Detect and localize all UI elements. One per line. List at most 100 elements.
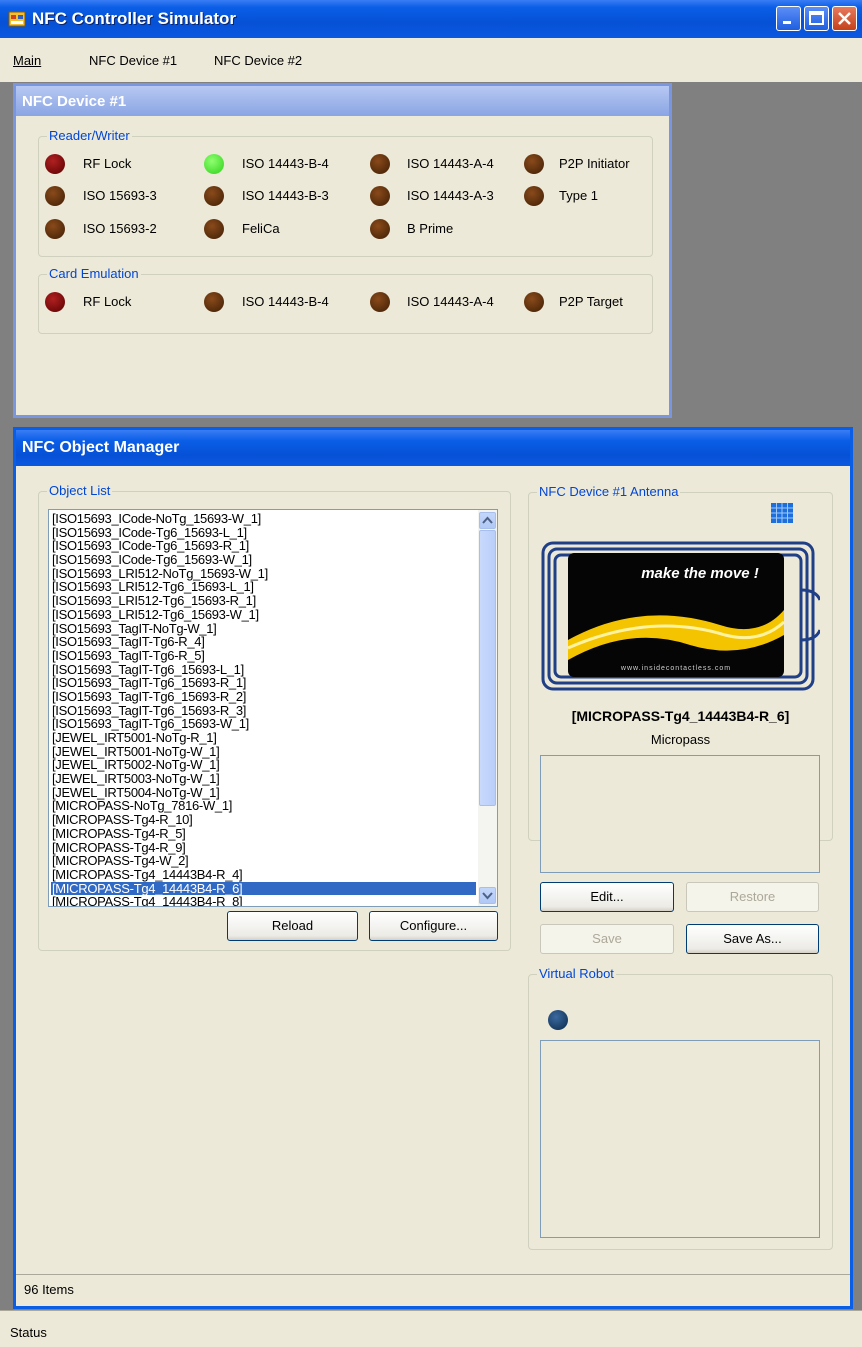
list-item[interactable]: [ISO15693_ICode-Tg6_15693-L_1] bbox=[51, 525, 476, 540]
reload-button[interactable]: Reload bbox=[227, 911, 358, 941]
close-button[interactable] bbox=[832, 6, 857, 31]
card-emulation-legend: Card Emulation bbox=[47, 266, 141, 281]
antenna-legend: NFC Device #1 Antenna bbox=[537, 484, 681, 499]
list-item[interactable]: [ISO15693_ICode-Tg6_15693-W_1] bbox=[51, 553, 476, 567]
led-label: RF Lock bbox=[83, 156, 132, 171]
led-label: ISO 15693-2 bbox=[83, 221, 157, 236]
iso14443a3-led bbox=[370, 186, 390, 206]
list-item[interactable]: [ISO15693_TagIT-Tg6-R_4] bbox=[51, 635, 476, 649]
minimize-icon bbox=[783, 21, 791, 24]
scroll-down-button[interactable] bbox=[479, 887, 496, 904]
list-item[interactable]: [ISO15693_TagIT-Tg6_15693-W_1] bbox=[51, 717, 476, 731]
list-item[interactable]: [ISO15693_LRI512-Tg6_15693-R_1] bbox=[51, 594, 476, 608]
list-item[interactable]: [JEWEL_IRT5003-NoTg-W_1] bbox=[51, 772, 476, 786]
close-icon bbox=[838, 12, 851, 25]
divider bbox=[16, 1274, 850, 1275]
list-item[interactable]: [MICROPASS-Tg4-R_5] bbox=[51, 827, 476, 841]
list-item[interactable]: [ISO15693_ICode-NoTg_15693-W_1] bbox=[51, 512, 476, 526]
led-label: ISO 14443-B-4 bbox=[242, 156, 329, 171]
save-button[interactable]: Save bbox=[540, 924, 674, 954]
led-label: P2P Target bbox=[559, 294, 623, 309]
led-label: B Prime bbox=[407, 221, 454, 236]
b-prime-led bbox=[370, 219, 390, 239]
list-item[interactable]: [ISO15693_TagIT-Tg6_15693-L_1] bbox=[51, 662, 476, 677]
scroll-up-button[interactable] bbox=[479, 512, 496, 529]
app-icon bbox=[8, 11, 26, 27]
list-item[interactable]: [ISO15693_TagIT-NoTg-W_1] bbox=[51, 621, 476, 636]
list-item[interactable]: [MICROPASS-Tg4_14443B4-R_6] bbox=[51, 881, 476, 896]
minimize-button[interactable] bbox=[776, 6, 801, 31]
led-label: RF Lock bbox=[83, 294, 132, 309]
scroll-thumb[interactable] bbox=[479, 530, 496, 806]
object-list-items: [ISO15693_ICode-NoTg_15693-W_1] [ISO15693… bbox=[51, 512, 476, 906]
list-item[interactable]: [ISO15693_LRI512-Tg6_15693-W_1] bbox=[51, 608, 476, 622]
menu-main[interactable]: Main bbox=[13, 53, 41, 68]
robot-output-box bbox=[540, 1040, 820, 1238]
list-item[interactable]: [MICROPASS-Tg4-R_9] bbox=[51, 840, 476, 855]
led-label: P2P Initiator bbox=[559, 156, 630, 171]
ce-iso14443b4-led bbox=[204, 292, 224, 312]
reader-writer-group: Reader/Writer RF Lock ISO 14443-B-4 ISO … bbox=[38, 128, 653, 257]
menu-bar: Main NFC Device #1 NFC Device #2 bbox=[0, 38, 862, 82]
felica-led bbox=[204, 219, 224, 239]
list-item[interactable]: [JEWEL_IRT5001-NoTg-W_1] bbox=[51, 744, 476, 759]
list-item[interactable]: [ISO15693_ICode-Tg6_15693-R_1] bbox=[51, 539, 476, 553]
object-listbox[interactable]: [ISO15693_ICode-NoTg_15693-W_1] [ISO15693… bbox=[48, 509, 498, 907]
object-manager-title[interactable]: NFC Object Manager bbox=[16, 430, 850, 466]
list-item[interactable]: [ISO15693_TagIT-Tg6_15693-R_1] bbox=[51, 676, 476, 690]
list-item[interactable]: [ISO15693_LRI512-NoTg_15693-W_1] bbox=[51, 567, 476, 581]
maximize-button[interactable] bbox=[804, 6, 829, 31]
list-item[interactable]: [ISO15693_TagIT-Tg6_15693-R_2] bbox=[51, 690, 476, 704]
item-count: 96 Items bbox=[24, 1282, 74, 1297]
object-details-box bbox=[540, 755, 820, 873]
list-item[interactable]: [ISO15693_LRI512-Tg6_15693-L_1] bbox=[51, 580, 476, 594]
window-title: NFC Controller Simulator bbox=[32, 9, 237, 28]
list-item[interactable]: [MICROPASS-NoTg_7816-W_1] bbox=[51, 799, 476, 813]
ce-iso14443a4-led bbox=[370, 292, 390, 312]
iso14443b4-led bbox=[204, 154, 224, 174]
led-label: ISO 15693-3 bbox=[83, 188, 157, 203]
antenna-card-image: make the move ! www.insidecontactless.co… bbox=[541, 541, 820, 691]
reader-writer-legend: Reader/Writer bbox=[47, 128, 132, 143]
restore-button[interactable]: Restore bbox=[686, 882, 819, 912]
card-slogan: make the move ! bbox=[641, 565, 759, 582]
list-item[interactable]: [MICROPASS-Tg4-W_2] bbox=[51, 854, 476, 868]
nfc-device-window: NFC Device #1 Reader/Writer RF Lock ISO … bbox=[13, 83, 672, 418]
listbox-scrollbar[interactable] bbox=[478, 510, 497, 906]
type1-led bbox=[524, 186, 544, 206]
chevron-up-icon bbox=[482, 516, 493, 524]
menu-nfc-device-1[interactable]: NFC Device #1 bbox=[89, 53, 177, 68]
object-list-legend: Object List bbox=[47, 483, 113, 498]
led-label: ISO 14443-B-4 bbox=[242, 294, 329, 309]
selected-object-type: Micropass bbox=[650, 732, 711, 747]
iso14443b3-led bbox=[204, 186, 224, 206]
main-status-bar: Status bbox=[0, 1310, 862, 1347]
led-label: FeliCa bbox=[242, 221, 280, 236]
led-label: Type 1 bbox=[559, 188, 599, 203]
list-item[interactable]: [MICROPASS-Tg4-R_10] bbox=[51, 813, 476, 827]
led-label: ISO 14443-A-4 bbox=[407, 156, 494, 171]
rf-lock-led bbox=[45, 154, 65, 174]
nfc-device-window-title[interactable]: NFC Device #1 bbox=[16, 86, 669, 116]
led-label: ISO 14443-A-3 bbox=[407, 188, 494, 203]
robot-status-led bbox=[548, 1010, 568, 1030]
led-label: ISO 14443-A-4 bbox=[407, 294, 494, 309]
list-item[interactable]: [MICROPASS-Tg4_14443B4-R_4] bbox=[51, 868, 476, 882]
list-item[interactable]: [JEWEL_IRT5004-NoTg-W_1] bbox=[51, 786, 476, 800]
list-item[interactable]: [JEWEL_IRT5002-NoTg-W_1] bbox=[51, 758, 476, 772]
iso14443a4-led bbox=[370, 154, 390, 174]
grid-icon[interactable] bbox=[771, 503, 793, 523]
iso15693-3-led bbox=[45, 186, 65, 206]
iso15693-2-led bbox=[45, 219, 65, 239]
list-item[interactable]: [JEWEL_IRT5001-NoTg-R_1] bbox=[51, 731, 476, 745]
title-bar[interactable]: NFC Controller Simulator bbox=[0, 0, 862, 38]
save-as-button[interactable]: Save As... bbox=[686, 924, 819, 954]
list-item[interactable]: [ISO15693_TagIT-Tg6_15693-R_3] bbox=[51, 703, 476, 718]
edit-button[interactable]: Edit... bbox=[540, 882, 674, 912]
list-item[interactable]: [ISO15693_TagIT-Tg6-R_5] bbox=[51, 649, 476, 663]
p2p-target-led bbox=[524, 292, 544, 312]
menu-nfc-device-2[interactable]: NFC Device #2 bbox=[214, 53, 302, 68]
list-item[interactable]: [MICROPASS-Tg4_14443B4-R_8] bbox=[51, 895, 476, 906]
configure-button[interactable]: Configure... bbox=[369, 911, 498, 941]
selected-object-name: [MICROPASS-Tg4_14443B4-R_6] bbox=[571, 708, 790, 724]
